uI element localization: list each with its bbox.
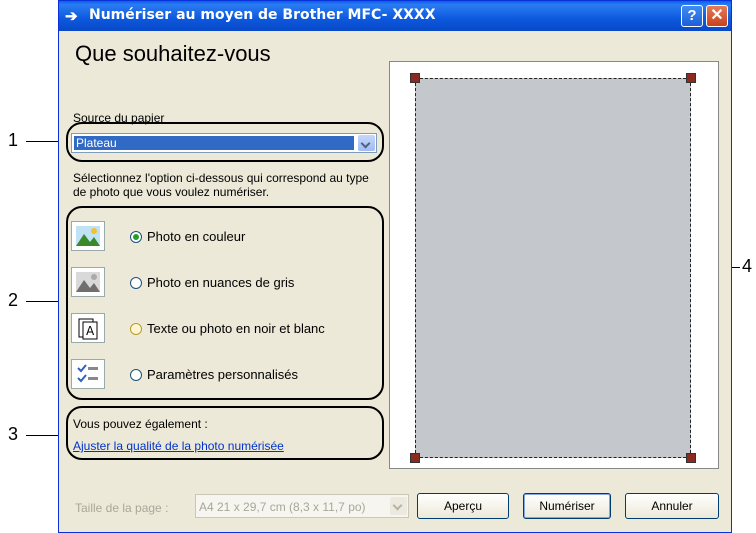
window-title-main: Numériser au moyen de Brother MFC-	[89, 7, 388, 23]
callout-3: 3	[8, 424, 19, 444]
window-title-model: XXXX	[392, 7, 436, 23]
callout-1: 1	[8, 130, 19, 150]
window-title: Numériser au moyen de Brother MFC- XXXX	[89, 7, 436, 23]
help-button[interactable]: ?	[681, 5, 703, 27]
bottom-right-handle[interactable]	[686, 453, 696, 463]
callout-2: 2	[8, 290, 19, 310]
page-size-select: A4 21 x 29,7 cm (8,3 x 11,7 po)	[195, 494, 409, 518]
annotation-oval-2	[66, 206, 384, 400]
annotation-oval-3	[66, 406, 384, 460]
page-heading: Que souhaitez-vous	[75, 41, 271, 66]
scanner-arrow-icon: ➔	[65, 8, 78, 25]
scan-preview-area[interactable]	[389, 61, 719, 469]
top-left-handle[interactable]	[410, 73, 420, 83]
callout-4: 4	[742, 256, 753, 276]
scan-type-description: Sélectionnez l'option ci-dessous qui cor…	[73, 171, 369, 199]
top-right-handle[interactable]	[686, 73, 696, 83]
annotation-oval-1	[66, 122, 384, 162]
page-size-label: Taille de la page :	[75, 501, 169, 515]
title-bar[interactable]: ➔ Numériser au moyen de Brother MFC- XXX…	[59, 1, 731, 31]
preview-button[interactable]: Aperçu	[417, 493, 509, 519]
scan-button[interactable]: Numériser	[523, 493, 611, 519]
close-button[interactable]: ✕	[706, 5, 728, 27]
page-size-value: A4 21 x 29,7 cm (8,3 x 11,7 po)	[199, 500, 366, 514]
scan-region-selection[interactable]	[415, 78, 691, 458]
bottom-left-handle[interactable]	[410, 453, 420, 463]
cancel-button[interactable]: Annuler	[625, 493, 719, 519]
chevron-down-icon	[390, 497, 407, 515]
